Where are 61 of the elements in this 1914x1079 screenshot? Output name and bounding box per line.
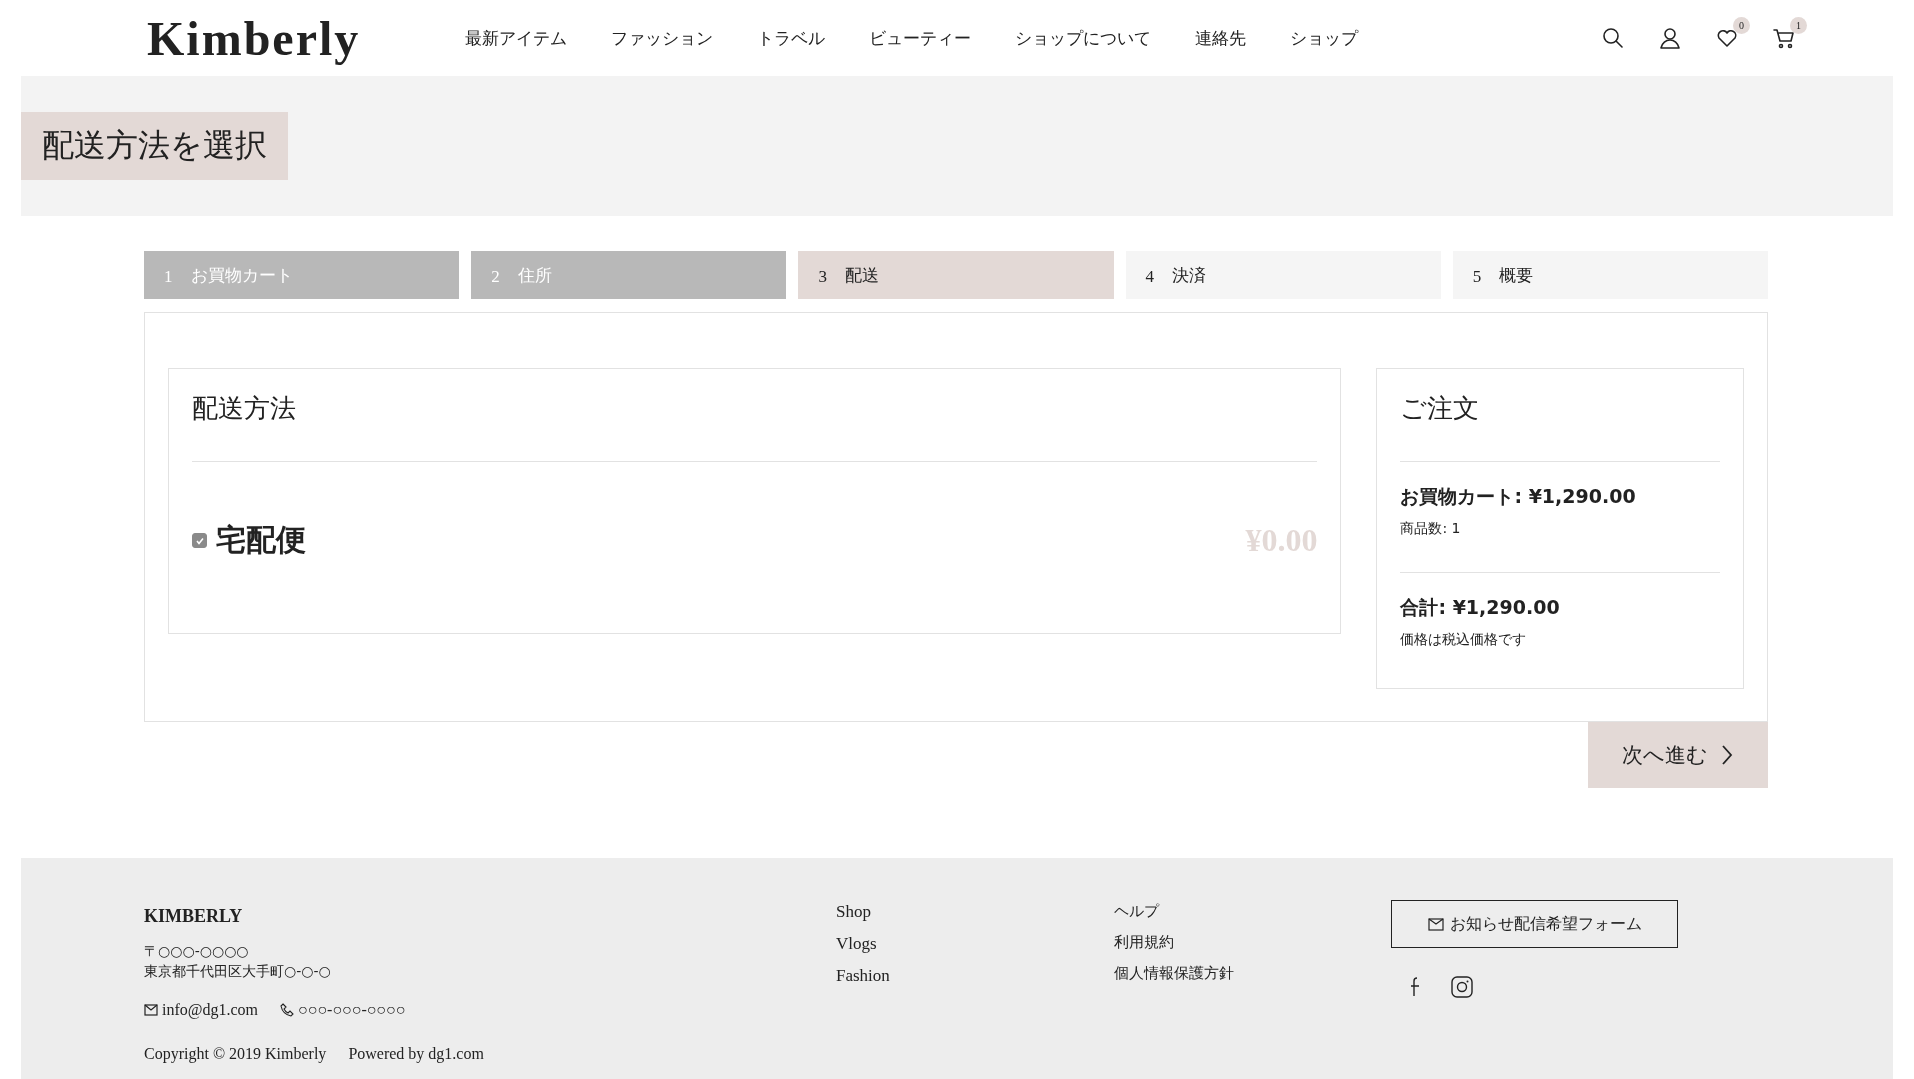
page-title: 配送方法を選択 — [21, 112, 288, 180]
panel-title: 配送方法 — [192, 392, 297, 425]
step-number: 3 — [818, 266, 827, 287]
checkout-step[interactable]: 5 概要 — [1452, 251, 1768, 299]
nav-link[interactable]: ファッション — [611, 26, 713, 50]
email-link[interactable]: info@dg1.com — [144, 1001, 259, 1019]
phone-icon — [280, 1003, 295, 1017]
step-label: 配送 — [844, 263, 879, 287]
panel-title: ご注文 — [1400, 392, 1481, 425]
count-badge: 0 — [1733, 16, 1750, 34]
powered-by: Powered by dg1.com — [348, 1045, 484, 1063]
postal-code: 〒○○○-○○○○ — [144, 943, 250, 961]
step-number: 1 — [164, 266, 173, 287]
mail-icon — [144, 1004, 158, 1016]
checkbox[interactable] — [192, 533, 207, 548]
shipping-option-label: 宅配便 — [216, 521, 307, 559]
order-total: 合計: ¥1,290.00 — [1400, 595, 1561, 620]
nav-link[interactable]: ビューティー — [869, 26, 971, 50]
footer-link[interactable]: Shop — [836, 902, 1114, 922]
facebook-icon — [1409, 976, 1421, 998]
count-badge: 1 — [1790, 16, 1807, 34]
nav-link[interactable]: 連絡先 — [1195, 26, 1246, 50]
instagram-icon — [1451, 976, 1473, 998]
step-number: 4 — [1145, 266, 1155, 287]
logo[interactable]: Kimberly — [147, 10, 465, 66]
check-icon — [194, 535, 205, 546]
newsletter-button[interactable]: お知らせ配信希望フォーム — [1391, 900, 1678, 948]
address: 東京都千代田区大手町○-○-○ — [144, 963, 332, 981]
cart-button[interactable]: 1 — [1770, 16, 1807, 52]
nav-link[interactable]: 最新アイテム — [465, 26, 567, 50]
step-label: お買物カート — [190, 263, 293, 287]
user-icon — [1657, 26, 1682, 50]
footer-brand: KIMBERLY — [144, 906, 244, 927]
nav-link[interactable]: ショップについて — [1015, 26, 1151, 50]
search-icon — [1600, 26, 1625, 50]
checkout-step[interactable]: 4 決済 — [1125, 251, 1441, 299]
cart-subtotal: お買物カート: ¥1,290.00 — [1400, 484, 1637, 509]
tax-note: 価格は税込価格です — [1400, 631, 1528, 649]
footer-link[interactable]: ヘルプ — [1114, 902, 1391, 921]
wishlist-button[interactable]: 0 — [1713, 16, 1750, 52]
footer-link[interactable]: 個人情報保護方針 — [1114, 964, 1391, 983]
next-button[interactable]: 次へ進む — [1588, 722, 1768, 788]
mail-icon — [1427, 917, 1444, 931]
step-number: 5 — [1472, 266, 1482, 287]
facebook-link[interactable] — [1409, 976, 1421, 998]
cart-icon — [1771, 26, 1796, 50]
step-number: 2 — [491, 266, 500, 287]
step-label: 概要 — [1499, 263, 1534, 287]
copyright: Copyright © 2019 Kimberly — [144, 1045, 327, 1063]
footer-link[interactable]: Fashion — [836, 966, 1114, 986]
step-label: 住所 — [517, 263, 552, 287]
checkout-step[interactable]: 3 配送 — [798, 251, 1114, 299]
phone-link[interactable]: ○○○-○○○-○○○○ — [280, 1001, 406, 1019]
nav-link[interactable]: トラベル — [757, 26, 825, 50]
step-label: 決済 — [1172, 263, 1207, 287]
item-count: 商品数: 1 — [1400, 520, 1462, 538]
footer-link[interactable]: Vlogs — [836, 934, 1114, 954]
nav-link[interactable]: ショップ — [1290, 26, 1358, 50]
footer-link[interactable]: 利用規約 — [1114, 933, 1391, 952]
instagram-link[interactable] — [1451, 976, 1473, 998]
chevron-right-icon — [1720, 744, 1734, 766]
